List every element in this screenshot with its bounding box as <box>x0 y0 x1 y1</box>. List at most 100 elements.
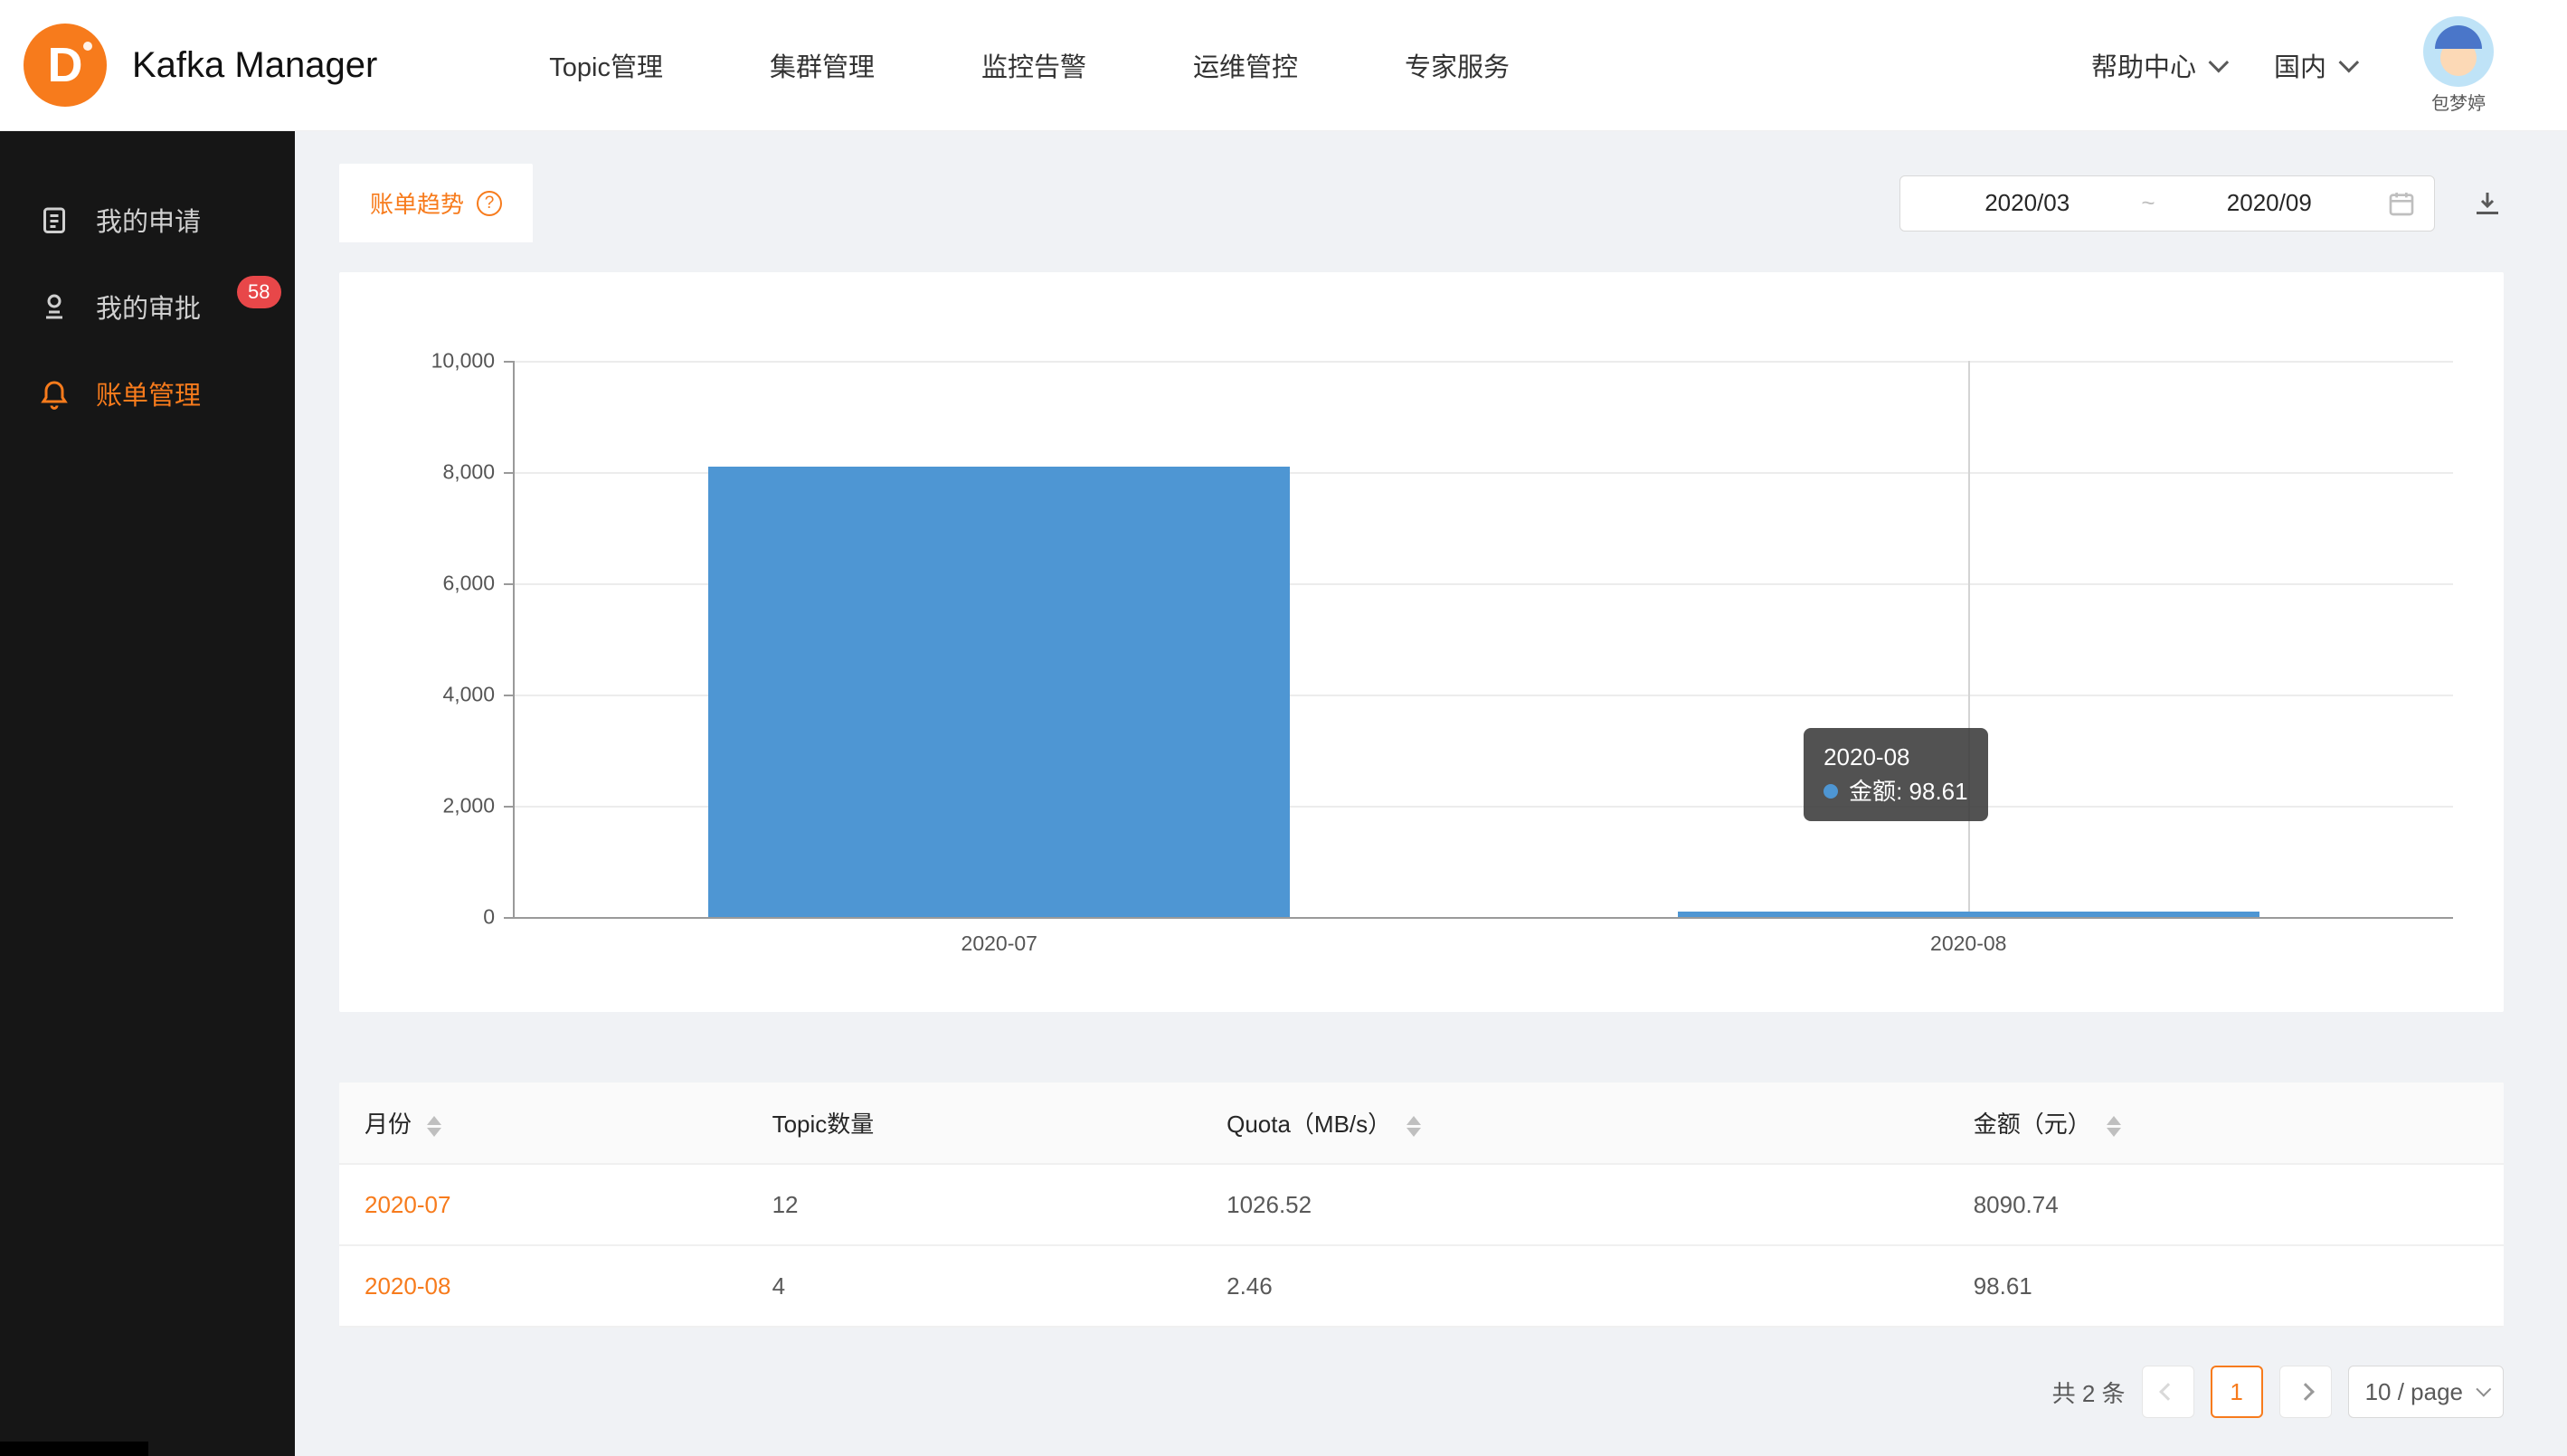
logo-letter: D <box>48 37 83 93</box>
nav-ops-control[interactable]: 运维管控 <box>1193 46 1298 84</box>
sidebar-item-my-approvals[interactable]: 我的审批 58 <box>0 263 295 350</box>
user-menu[interactable]: 包梦婷 <box>2404 16 2513 115</box>
main-nav: Topic管理 集群管理 监控告警 运维管控 专家服务 <box>549 46 1510 84</box>
month-link[interactable]: 2020-08 <box>365 1272 450 1300</box>
app-title: Kafka Manager <box>132 45 377 86</box>
tab-label: 账单趋势 <box>370 186 464 220</box>
sidebar-item-bill-management[interactable]: 账单管理 <box>0 350 295 437</box>
download-icon <box>2471 187 2504 220</box>
table-row: 2020-07 12 1026.52 8090.74 <box>339 1164 2504 1245</box>
help-center-menu[interactable]: 帮助中心 <box>2091 46 2223 84</box>
sidebar-bottom-bar[interactable] <box>0 1442 148 1456</box>
tab-bill-trend[interactable]: 账单趋势 ? <box>339 164 533 242</box>
y-axis-label: 8,000 <box>442 460 495 485</box>
y-axis-label: 2,000 <box>442 794 495 818</box>
topic-count-cell: 12 <box>772 1164 1227 1245</box>
download-button[interactable] <box>2471 187 2504 220</box>
page-1-button[interactable]: 1 <box>2211 1366 2263 1418</box>
nav-topic-management[interactable]: Topic管理 <box>549 46 663 84</box>
next-page-button[interactable] <box>2279 1366 2332 1418</box>
date-end-input[interactable]: 2020/09 <box>2161 189 2378 217</box>
tooltip-crosshair-line <box>1968 361 1970 917</box>
column-header-month[interactable]: 月份 <box>339 1083 772 1164</box>
region-menu[interactable]: 国内 <box>2274 46 2354 84</box>
avatar-hair <box>2435 25 2482 49</box>
bar-chart-plot: 10,000 8,000 6,000 4,000 2,000 0 2020-08… <box>513 361 2453 919</box>
stamp-icon <box>38 290 71 323</box>
sort-icon[interactable] <box>1407 1116 1421 1137</box>
column-header-topic-count: Topic数量 <box>772 1083 1227 1164</box>
nav-monitoring-alerts[interactable]: 监控告警 <box>981 46 1086 84</box>
main-content: 账单趋势 ? 2020/03 ~ 2020/09 <box>295 131 2567 1456</box>
topic-count-cell: 4 <box>772 1245 1227 1327</box>
date-range-picker[interactable]: 2020/03 ~ 2020/09 <box>1899 175 2435 232</box>
amount-cell: 98.61 <box>1974 1245 2504 1327</box>
toolbar: 账单趋势 ? 2020/03 ~ 2020/09 <box>339 164 2504 242</box>
tooltip-series-dot <box>1823 784 1838 799</box>
page-size-select[interactable]: 10 / page <box>2348 1366 2504 1418</box>
table-row: 2020-08 4 2.46 98.61 <box>339 1245 2504 1327</box>
bill-table: 月份 Topic数量 Quota（MB/s） 金额（元） <box>339 1083 2504 1328</box>
y-axis-label: 4,000 <box>442 683 495 707</box>
date-separator: ~ <box>2136 189 2160 217</box>
nav-expert-service[interactable]: 专家服务 <box>1405 46 1510 84</box>
toolbar-right: 2020/03 ~ 2020/09 <box>1899 175 2504 232</box>
sidebar: 我的申请 我的审批 58 账单管理 <box>0 131 295 1456</box>
bill-table-card: 月份 Topic数量 Quota（MB/s） 金额（元） <box>339 1083 2504 1328</box>
x-axis-label: 2020-08 <box>1930 931 2006 956</box>
quota-cell: 1026.52 <box>1227 1164 1974 1245</box>
sidebar-item-my-applications[interactable]: 我的申请 <box>0 176 295 263</box>
y-axis-label: 10,000 <box>431 349 495 373</box>
y-tick <box>504 472 515 474</box>
y-tick <box>504 695 515 696</box>
header-right: 帮助中心 国内 包梦婷 <box>2091 16 2513 115</box>
sort-icon[interactable] <box>2107 1116 2121 1137</box>
y-tick <box>504 806 515 808</box>
sort-icon[interactable] <box>427 1116 441 1137</box>
user-avatar <box>2423 16 2494 87</box>
y-tick <box>504 917 515 919</box>
bill-trend-chart-card: 10,000 8,000 6,000 4,000 2,000 0 2020-08… <box>339 272 2504 1012</box>
bar-2020-08[interactable] <box>1678 912 2259 917</box>
nav-cluster-management[interactable]: 集群管理 <box>770 46 875 84</box>
bell-icon <box>38 377 71 410</box>
column-header-quota[interactable]: Quota（MB/s） <box>1227 1083 1974 1164</box>
calendar-icon <box>2387 189 2416 218</box>
page-size-value: 10 / page <box>2365 1378 2463 1406</box>
month-link[interactable]: 2020-07 <box>365 1191 450 1218</box>
sidebar-item-label: 我的申请 <box>96 201 201 239</box>
sidebar-item-label: 我的审批 <box>96 288 201 326</box>
y-tick <box>504 361 515 363</box>
chart-tooltip: 2020-08 金额: 98.61 <box>1804 728 1988 821</box>
top-header: D Kafka Manager Topic管理 集群管理 监控告警 运维管控 专… <box>0 0 2567 131</box>
app-logo[interactable]: D <box>24 24 107 107</box>
tooltip-title: 2020-08 <box>1823 741 1968 775</box>
region-label: 国内 <box>2274 46 2326 84</box>
bar-2020-07[interactable] <box>708 467 1290 917</box>
y-axis-label: 6,000 <box>442 572 495 596</box>
y-axis-label: 0 <box>483 905 495 930</box>
chevron-down-icon <box>2339 52 2360 73</box>
total-count: 共 2 条 <box>2052 1376 2126 1409</box>
table-header-row: 月份 Topic数量 Quota（MB/s） 金额（元） <box>339 1083 2504 1164</box>
sidebar-item-label: 账单管理 <box>96 374 201 412</box>
x-axis-label: 2020-07 <box>961 931 1037 956</box>
date-start-input[interactable]: 2020/03 <box>1918 189 2136 217</box>
help-question-icon[interactable]: ? <box>477 191 502 216</box>
chevron-right-icon <box>2297 1383 2315 1401</box>
help-center-label: 帮助中心 <box>2091 46 2196 84</box>
y-tick <box>504 583 515 585</box>
quota-cell: 2.46 <box>1227 1245 1974 1327</box>
prev-page-button[interactable] <box>2142 1366 2194 1418</box>
chevron-down-icon <box>2208 52 2229 73</box>
approvals-count-badge: 58 <box>237 276 280 308</box>
pagination: 共 2 条 1 10 / page <box>339 1366 2504 1418</box>
chevron-left-icon <box>2159 1383 2177 1401</box>
chevron-down-icon <box>2476 1382 2491 1397</box>
amount-cell: 8090.74 <box>1974 1164 2504 1245</box>
tooltip-value: 金额: 98.61 <box>1849 775 1968 809</box>
gridline <box>515 361 2453 363</box>
username: 包梦婷 <box>2431 89 2486 115</box>
clipboard-icon <box>38 203 71 236</box>
column-header-amount[interactable]: 金额（元） <box>1974 1083 2504 1164</box>
